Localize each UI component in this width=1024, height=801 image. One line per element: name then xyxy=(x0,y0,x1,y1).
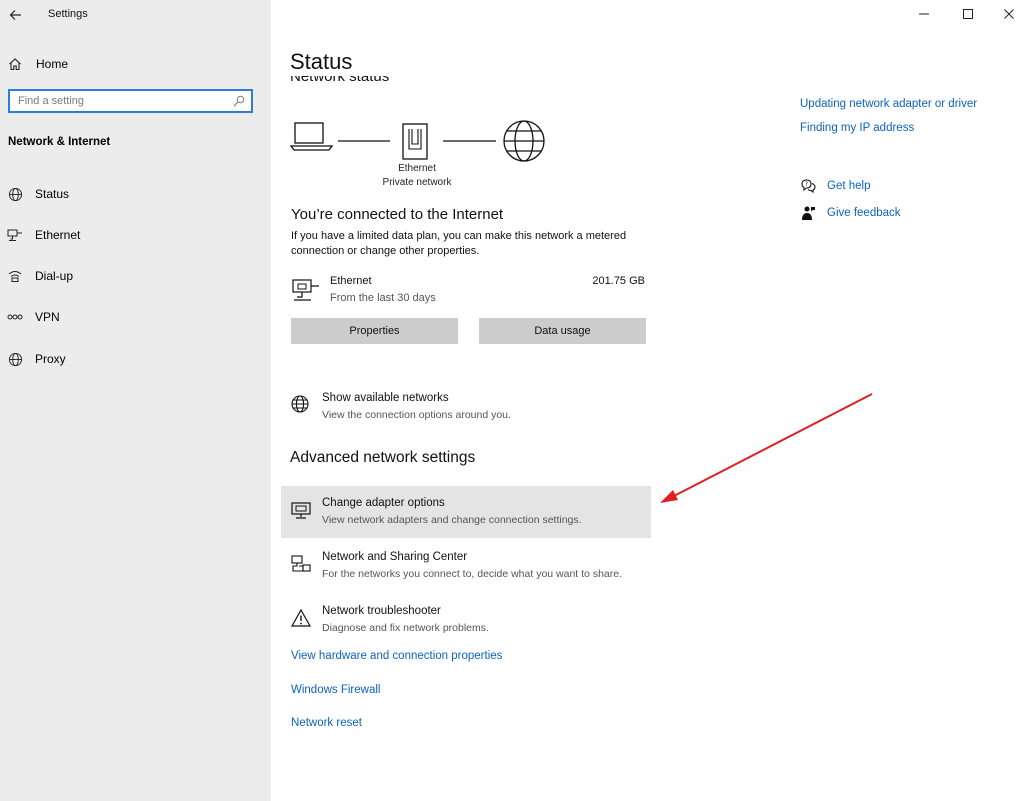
search-field[interactable] xyxy=(8,89,253,113)
maximize-button[interactable] xyxy=(960,6,976,22)
sidebar-item-proxy[interactable]: Proxy xyxy=(7,350,66,368)
page-title: Status xyxy=(290,49,353,74)
ethernet-port-icon xyxy=(402,123,428,160)
updating-adapter-driver-link[interactable]: Updating network adapter or driver xyxy=(800,98,977,110)
adapter-period: From the last 30 days xyxy=(330,292,436,304)
properties-button[interactable]: Properties xyxy=(291,318,458,344)
globe-icon xyxy=(7,351,23,367)
sidebar-item-status[interactable]: Status xyxy=(7,185,69,203)
windows-firewall-link[interactable]: Windows Firewall xyxy=(291,684,380,696)
sharing-center-icon xyxy=(291,555,311,572)
vpn-icon xyxy=(7,309,23,325)
list-item-title: Network and Sharing Center xyxy=(322,551,468,563)
list-item-subtitle: For the networks you connect to, decide … xyxy=(322,568,622,580)
home-icon xyxy=(9,58,21,71)
maximize-icon xyxy=(963,9,973,19)
sidebar-item-label: Ethernet xyxy=(35,228,81,242)
sidebar: Settings Home Network & Internet Status xyxy=(0,0,271,801)
sidebar-item-vpn[interactable]: VPN xyxy=(7,308,60,326)
connection-status-description: If you have a limited data plan, you can… xyxy=(291,230,627,257)
diagram-network-label: Private network xyxy=(382,177,452,188)
list-item-title: Change adapter options xyxy=(322,497,445,509)
sidebar-item-label: VPN xyxy=(35,310,60,324)
feedback-person-icon xyxy=(802,206,815,220)
list-item-title: Network troubleshooter xyxy=(322,605,441,617)
adapter-data-used: 201.75 GB xyxy=(592,275,645,287)
sidebar-item-label: Home xyxy=(36,57,69,71)
sidebar-item-dialup[interactable]: Dial-up xyxy=(7,267,73,285)
sidebar-item-label: Dial-up xyxy=(35,269,74,283)
sidebar-section-title: Network & Internet xyxy=(8,136,111,148)
svg-text:?: ? xyxy=(805,181,808,188)
give-feedback-label: Give feedback xyxy=(827,207,901,219)
warning-icon xyxy=(290,608,312,627)
internet-globe-icon xyxy=(503,120,545,162)
hardware-properties-link[interactable]: View hardware and connection properties xyxy=(291,650,502,662)
get-help-link[interactable]: ? Get help xyxy=(800,178,870,194)
network-status-heading-text: Network status xyxy=(290,76,390,85)
minimize-button[interactable] xyxy=(916,6,932,22)
advanced-settings-heading: Advanced network settings xyxy=(290,449,476,466)
list-item-subtitle: Diagnose and fix network problems. xyxy=(322,622,489,634)
network-reset-link[interactable]: Network reset xyxy=(291,717,362,729)
network-diagram-graphic xyxy=(289,120,545,162)
change-adapter-options[interactable]: Change adapter options View network adap… xyxy=(281,486,651,538)
minimize-icon xyxy=(919,13,929,15)
list-item-title: Show available networks xyxy=(322,392,449,404)
search-icon xyxy=(233,95,245,107)
adapter-name: Ethernet xyxy=(330,275,372,287)
diagram-adapter-label: Ethernet xyxy=(398,163,436,174)
data-usage-button[interactable]: Data usage xyxy=(479,318,646,344)
finding-ip-address-link[interactable]: Finding my IP address xyxy=(800,122,914,134)
show-available-networks[interactable]: Show available networks View the connect… xyxy=(281,381,651,433)
network-diagram: Ethernet Private network xyxy=(288,116,558,196)
back-arrow-icon xyxy=(9,10,21,20)
back-button[interactable] xyxy=(6,4,28,26)
ethernet-icon xyxy=(7,227,23,243)
give-feedback-link[interactable]: Give feedback xyxy=(800,205,901,221)
sidebar-item-ethernet[interactable]: Ethernet xyxy=(7,226,80,244)
network-troubleshooter[interactable]: Network troubleshooter Diagnose and fix … xyxy=(281,594,651,646)
get-help-label: Get help xyxy=(827,180,871,192)
window-title: Settings xyxy=(48,8,88,20)
search-input[interactable] xyxy=(10,91,228,111)
network-status-heading: Network status xyxy=(290,76,490,90)
network-sharing-center[interactable]: Network and Sharing Center For the netwo… xyxy=(281,540,651,592)
laptop-icon xyxy=(289,122,334,151)
help-chat-icon: ? xyxy=(801,179,816,194)
dialup-icon xyxy=(7,268,23,284)
sidebar-item-label: Proxy xyxy=(35,352,66,366)
ethernet-adapter-icon xyxy=(292,279,319,301)
globe-network-icon xyxy=(291,395,309,413)
close-icon xyxy=(1004,9,1014,19)
sidebar-item-home[interactable]: Home xyxy=(8,55,68,73)
globe-icon xyxy=(7,186,23,202)
list-item-subtitle: View the connection options around you. xyxy=(322,409,511,421)
connection-status-title: You’re connected to the Internet xyxy=(291,206,504,223)
close-button[interactable] xyxy=(1001,6,1017,22)
sidebar-item-label: Status xyxy=(35,187,70,201)
adapter-options-icon xyxy=(291,502,311,519)
list-item-subtitle: View network adapters and change connect… xyxy=(322,514,582,526)
